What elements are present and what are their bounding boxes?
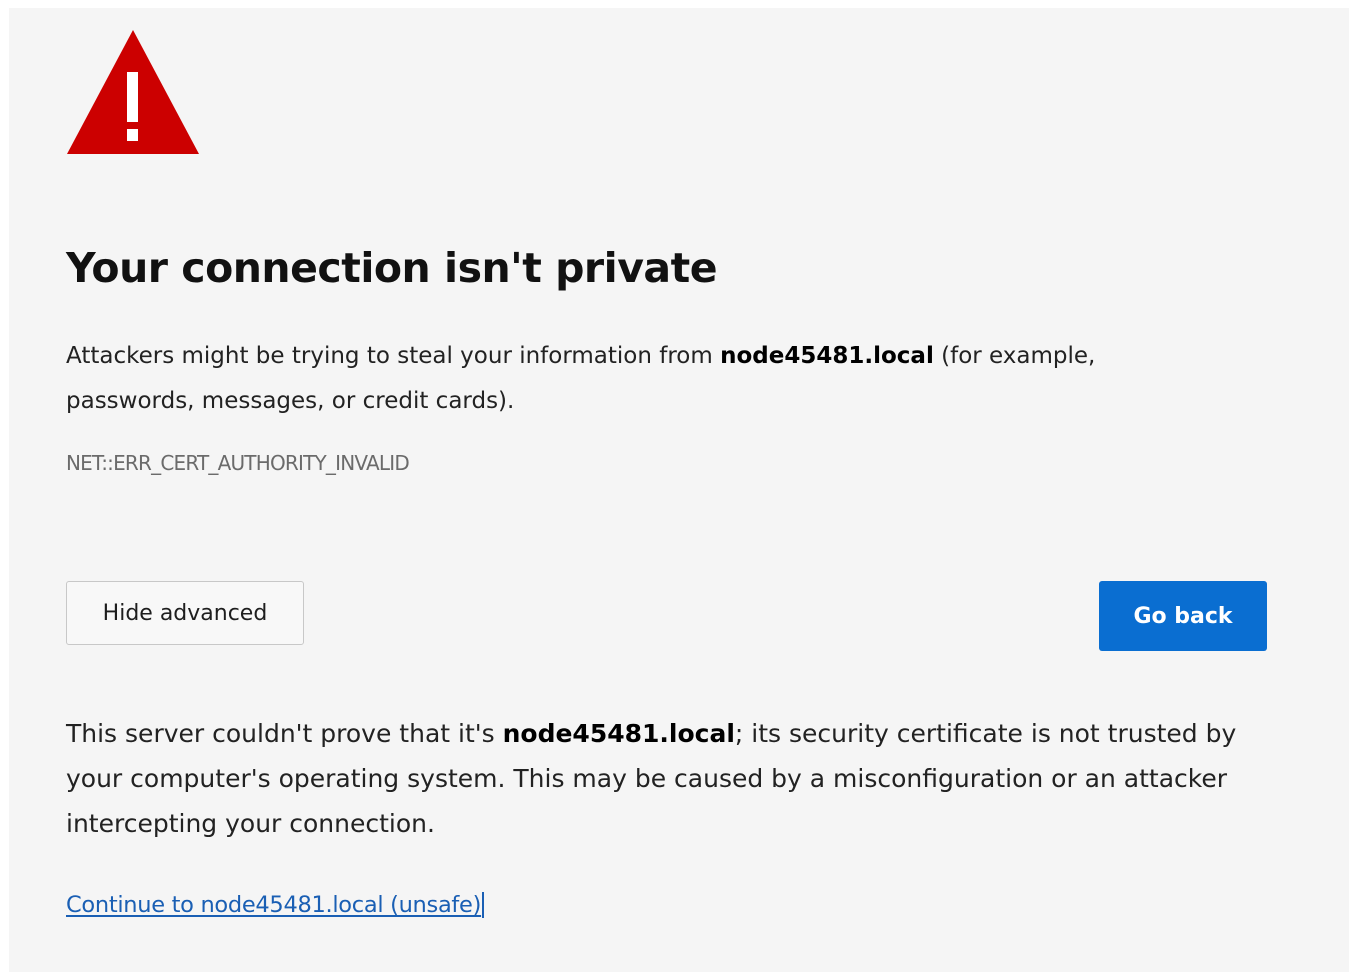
error-code: NET::ERR_CERT_AUTHORITY_INVALID <box>66 451 410 475</box>
details-text-start: This server couldn't prove that it's <box>66 719 503 748</box>
intro-text: Attackers might be trying to steal your … <box>66 334 1186 424</box>
proceed-unsafe-link[interactable]: Continue to node45481.local (unsafe) <box>66 892 485 918</box>
interstitial-page: Your connection isn't private Attackers … <box>9 8 1349 972</box>
warning-icon <box>67 30 199 154</box>
go-back-button[interactable]: Go back <box>1099 581 1267 651</box>
intro-text-start: Attackers might be trying to steal your … <box>66 343 721 369</box>
details-text: This server couldn't prove that it's nod… <box>66 711 1266 846</box>
page-title: Your connection isn't private <box>66 244 718 292</box>
details-hostname: node45481.local <box>502 719 735 748</box>
hide-advanced-button[interactable]: Hide advanced <box>66 581 304 645</box>
intro-hostname: node45481.local <box>720 343 934 369</box>
